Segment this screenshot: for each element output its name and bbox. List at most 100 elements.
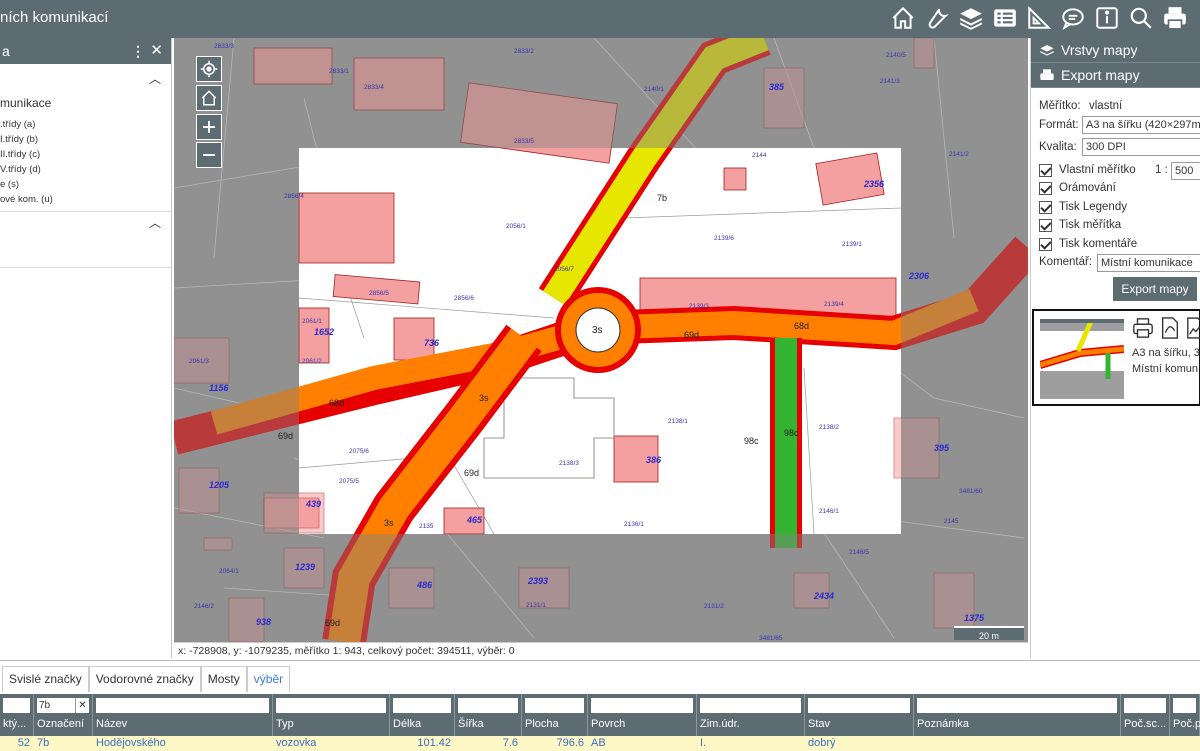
table-tab[interactable]: výběr bbox=[246, 666, 291, 692]
map-scale-bar: 20 m bbox=[954, 626, 1024, 641]
column-filter-input[interactable] bbox=[1124, 698, 1166, 713]
table-tab[interactable]: Mosty bbox=[200, 666, 247, 692]
format-select[interactable]: A3 na šířku (420×297mm) bbox=[1082, 116, 1200, 134]
column-filter-input[interactable] bbox=[917, 698, 1117, 713]
export-option-checkbox[interactable] bbox=[1039, 200, 1052, 214]
preview-line1: A3 na šířku, 3 bbox=[1132, 347, 1200, 359]
parcel-label: 2075/6 bbox=[349, 448, 369, 455]
column-filter-input[interactable] bbox=[393, 698, 451, 713]
info-icon[interactable] bbox=[1092, 3, 1122, 33]
column-header[interactable]: Označení bbox=[37, 718, 84, 730]
column-filter-input[interactable] bbox=[1173, 698, 1196, 713]
column-header[interactable]: Typ bbox=[276, 718, 294, 730]
road-label: 69d bbox=[464, 468, 480, 478]
column-filter-input[interactable] bbox=[808, 698, 910, 713]
column-header[interactable]: ktý... bbox=[3, 718, 26, 730]
column-header[interactable]: Poč.sc... bbox=[1124, 718, 1166, 730]
parcel-label: 2833/2 bbox=[514, 48, 534, 55]
column-header[interactable]: Poč.p... bbox=[1173, 718, 1200, 730]
road-label: 69d bbox=[684, 330, 700, 340]
column-filter-input[interactable] bbox=[96, 698, 269, 713]
table-cell: vozovka bbox=[276, 737, 317, 749]
table-column: Povrch bbox=[588, 694, 697, 736]
column-header[interactable]: Plocha bbox=[525, 718, 559, 730]
table-column: Šířka bbox=[455, 694, 522, 736]
column-filter-input[interactable] bbox=[458, 698, 518, 713]
layers-panel-header[interactable]: Vrstvy mapy bbox=[1031, 38, 1200, 63]
parcel-label: 2140/1 bbox=[644, 86, 664, 93]
zoom-out-icon[interactable] bbox=[196, 142, 222, 168]
column-filter-input[interactable] bbox=[700, 698, 801, 713]
column-header[interactable]: Poznámka bbox=[917, 718, 969, 730]
zoom-in-icon[interactable] bbox=[196, 114, 222, 140]
legend-title: munikace bbox=[0, 96, 52, 110]
preview-line2: Místní komun bbox=[1132, 363, 1199, 375]
export-panel-header[interactable]: Export mapy bbox=[1031, 63, 1200, 88]
column-filter-input[interactable] bbox=[3, 698, 30, 713]
close-icon[interactable]: ✕ bbox=[150, 38, 163, 64]
parcel-label: 2146/1 bbox=[819, 508, 839, 515]
attribute-table: Svislé značky Vodorovné značky Mosty výběr … bbox=[0, 660, 1200, 751]
ruler-icon[interactable] bbox=[1024, 3, 1054, 33]
table-cell: 7.6 bbox=[502, 737, 518, 749]
road-label: 7b bbox=[657, 193, 668, 203]
table-cell: 7b bbox=[37, 737, 50, 749]
column-filter-input[interactable] bbox=[276, 698, 386, 713]
column-header[interactable]: Zim.údr. bbox=[700, 718, 740, 730]
column-header[interactable]: Šířka bbox=[458, 718, 484, 730]
export-option-checkbox[interactable] bbox=[1039, 237, 1052, 251]
image-icon[interactable] bbox=[1186, 317, 1200, 339]
collapse-chevron-icon[interactable]: ︿ bbox=[149, 70, 161, 87]
home-view-icon[interactable] bbox=[196, 85, 222, 111]
table-tab[interactable]: Svislé značky bbox=[2, 666, 89, 692]
own-scale-input[interactable]: 500 bbox=[1171, 162, 1200, 180]
column-header[interactable]: Povrch bbox=[591, 718, 625, 730]
print-icon[interactable] bbox=[1160, 3, 1190, 33]
toolbar bbox=[888, 3, 1190, 35]
print-icon[interactable] bbox=[1132, 317, 1154, 339]
quality-select[interactable]: 300 DPI bbox=[1082, 138, 1200, 156]
house-number-label: 465 bbox=[467, 515, 483, 525]
column-filter-input[interactable]: 7b ✕ bbox=[37, 698, 89, 713]
search-icon[interactable] bbox=[1126, 3, 1156, 33]
table-column: Typ bbox=[273, 694, 390, 736]
house-number-label: 439 bbox=[306, 499, 322, 509]
kebab-menu-icon[interactable]: ⋮ bbox=[131, 38, 145, 64]
road-label: 69d bbox=[325, 618, 341, 628]
export-option-checkbox[interactable] bbox=[1039, 182, 1052, 195]
parcel-label: 2138/2 bbox=[819, 424, 839, 431]
column-header[interactable]: Délka bbox=[393, 718, 421, 730]
parcel-label: 3481/60 bbox=[959, 488, 983, 495]
export-map-button[interactable]: Export mapy bbox=[1113, 277, 1197, 301]
parcel-label: 2856/6 bbox=[454, 295, 474, 302]
layers-icon[interactable] bbox=[956, 3, 986, 33]
table-column: Plocha bbox=[522, 694, 588, 736]
column-header[interactable]: Stav bbox=[808, 718, 830, 730]
wrench-icon[interactable] bbox=[922, 3, 952, 33]
legend-panel: a ⋮ ✕ ︿ munikace .třídy (a) I.třídy (b) II… bbox=[0, 38, 172, 658]
column-header[interactable]: Název bbox=[96, 718, 127, 730]
pdf-icon[interactable] bbox=[1160, 317, 1180, 339]
house-number-label: 486 bbox=[417, 580, 433, 590]
house-number-label: 1652 bbox=[314, 327, 335, 337]
comment-icon[interactable] bbox=[1058, 3, 1088, 33]
export-option-checkbox[interactable] bbox=[1039, 219, 1052, 232]
column-filter-input[interactable] bbox=[591, 698, 693, 713]
home-icon[interactable] bbox=[888, 3, 918, 33]
locate-icon[interactable] bbox=[196, 56, 222, 82]
comment-label: Komentář: bbox=[1039, 256, 1093, 268]
export-preview[interactable]: A3 na šířku, 3 Místní komun bbox=[1032, 309, 1200, 406]
column-filter-input[interactable] bbox=[525, 698, 584, 713]
legend-item: e (s) bbox=[0, 179, 19, 190]
own-scale-checkbox[interactable] bbox=[1039, 164, 1052, 177]
comment-input[interactable]: Místní komunikace bbox=[1097, 254, 1200, 272]
table-tab[interactable]: Vodorovné značky bbox=[88, 666, 201, 692]
list-icon[interactable] bbox=[990, 3, 1020, 33]
parcel-label: 2140/5 bbox=[886, 52, 906, 59]
table-row[interactable]: 52 7b Hodějovského vozovka 101.42 7.6 796.6 AB I… bbox=[0, 736, 1200, 751]
parcel-label: 2131/1 bbox=[526, 602, 546, 609]
collapse-chevron-icon[interactable]: ︿ bbox=[149, 214, 161, 231]
clear-filter-icon[interactable]: ✕ bbox=[75, 698, 89, 713]
parcel-label: 2856/5 bbox=[369, 290, 389, 297]
map-canvas[interactable]: 385 2356 2306 1652 736 1156 395 386 439 1205 465 12… bbox=[174, 38, 1028, 642]
